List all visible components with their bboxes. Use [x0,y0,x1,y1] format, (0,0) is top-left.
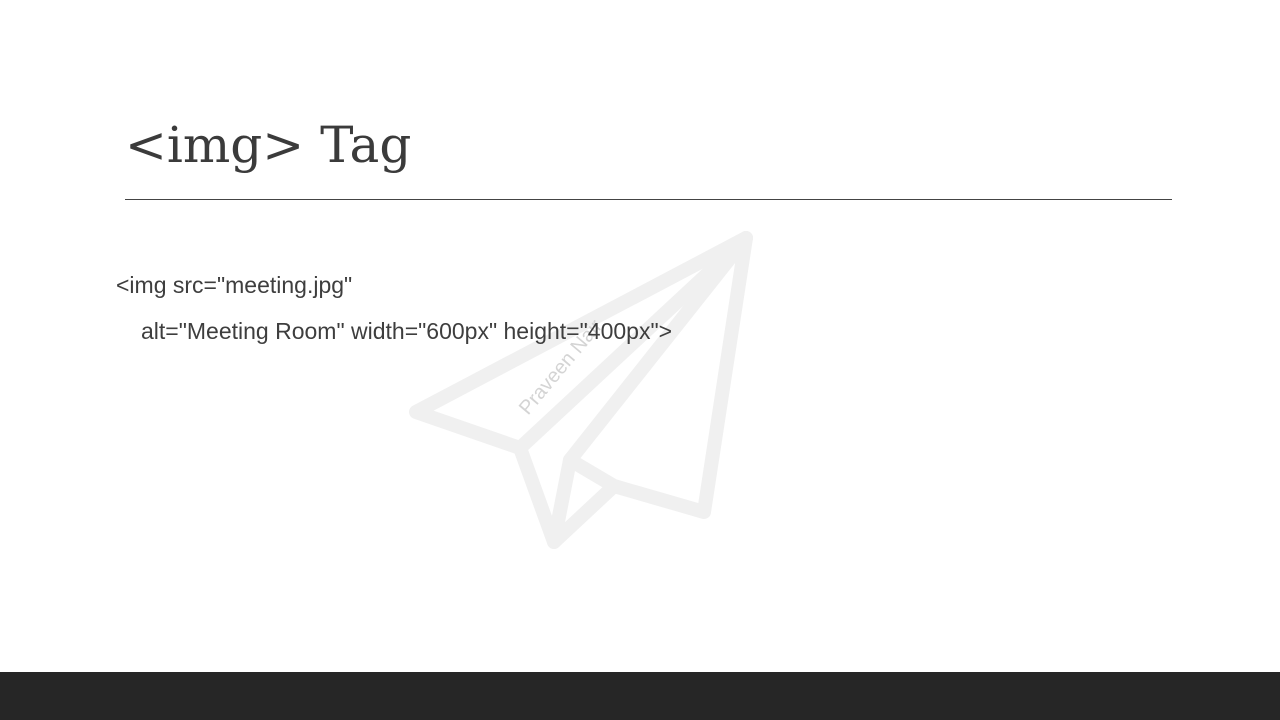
code-line-1: <img src="meeting.jpg" [116,272,353,298]
code-line-2: alt="Meeting Room" width="600px" height=… [141,318,673,344]
footer-bar [0,672,1280,720]
slide: Praveen Nair <img> Tag <img src="meeting… [0,0,1280,720]
slide-title: <img> Tag [125,116,412,174]
title-divider [125,199,1172,200]
paper-plane-icon [400,222,770,562]
